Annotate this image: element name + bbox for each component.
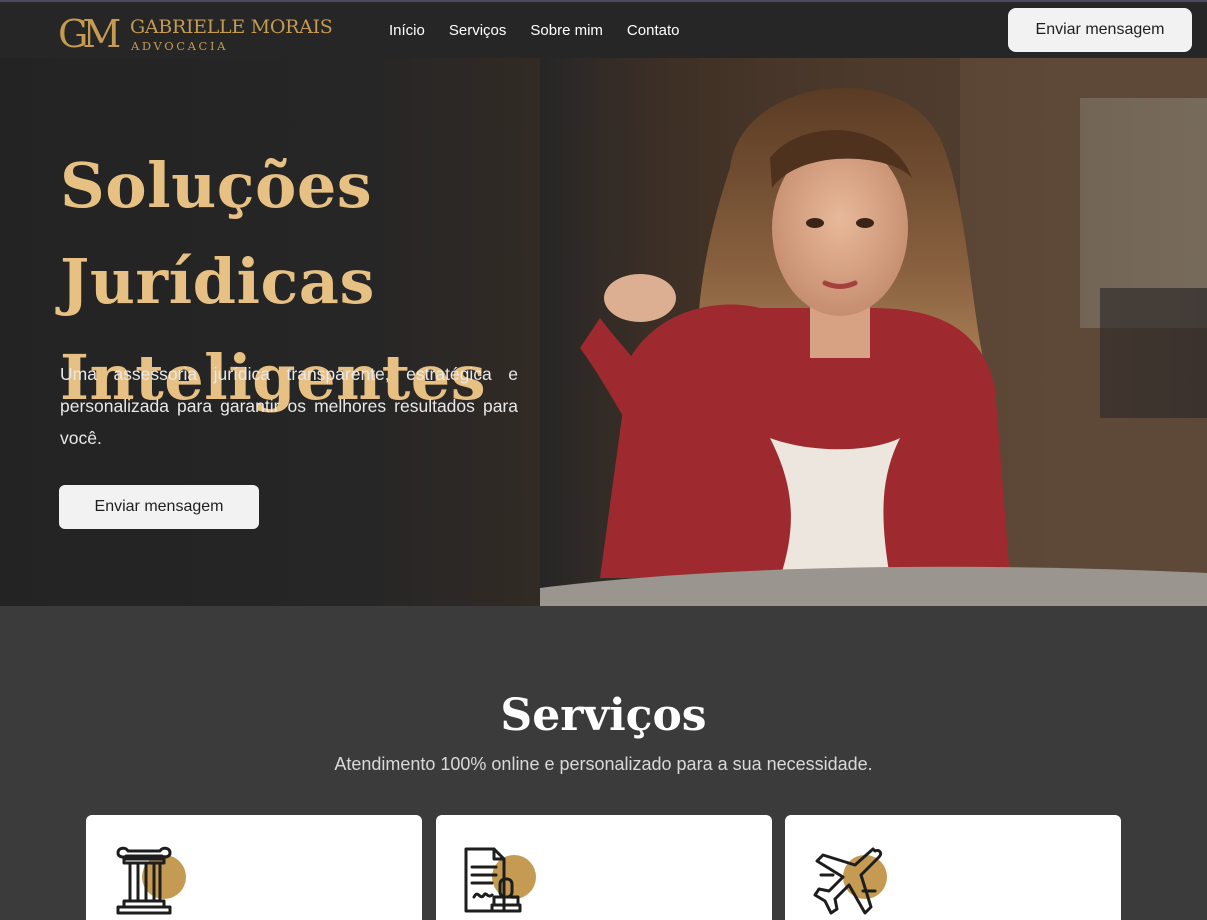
services-title: Serviços [500, 690, 707, 741]
main-nav: Início Serviços Sobre mim Contato [389, 22, 679, 40]
header-send-message-button[interactable]: Enviar mensagem [1008, 8, 1192, 52]
hero-description: Uma assessoria jurídica transparente, es… [60, 364, 518, 448]
logo-monogram: GM [58, 12, 121, 56]
service-card-2[interactable] [436, 815, 772, 920]
column-icon [114, 845, 194, 917]
service-card-3[interactable] [785, 815, 1121, 920]
hero-section: Soluções Jurídicas Inteligentes Uma asse… [0, 58, 1207, 606]
nav-sobre-mim[interactable]: Sobre mim [530, 22, 603, 40]
hero-title-line-1: Soluções Jurídicas [60, 149, 375, 318]
services-subtitle: Atendimento 100% online e personalizado … [334, 754, 873, 774]
logo-subtitle: ADVOCACIA [131, 39, 229, 53]
logo-name: GABRIELLE MORAIS [130, 16, 333, 38]
site-header: GM GABRIELLE MORAIS ADVOCACIA Início Ser… [0, 2, 1207, 58]
airplane-icon [813, 845, 893, 917]
brand-logo[interactable]: GM GABRIELLE MORAIS ADVOCACIA [58, 14, 338, 56]
nav-servicos[interactable]: Serviços [449, 22, 507, 40]
nav-inicio[interactable]: Início [389, 22, 425, 40]
service-card-1[interactable] [86, 815, 422, 920]
contract-stamp-icon [464, 845, 544, 917]
nav-contato[interactable]: Contato [627, 22, 680, 40]
hero-send-message-button[interactable]: Enviar mensagem [59, 485, 259, 529]
